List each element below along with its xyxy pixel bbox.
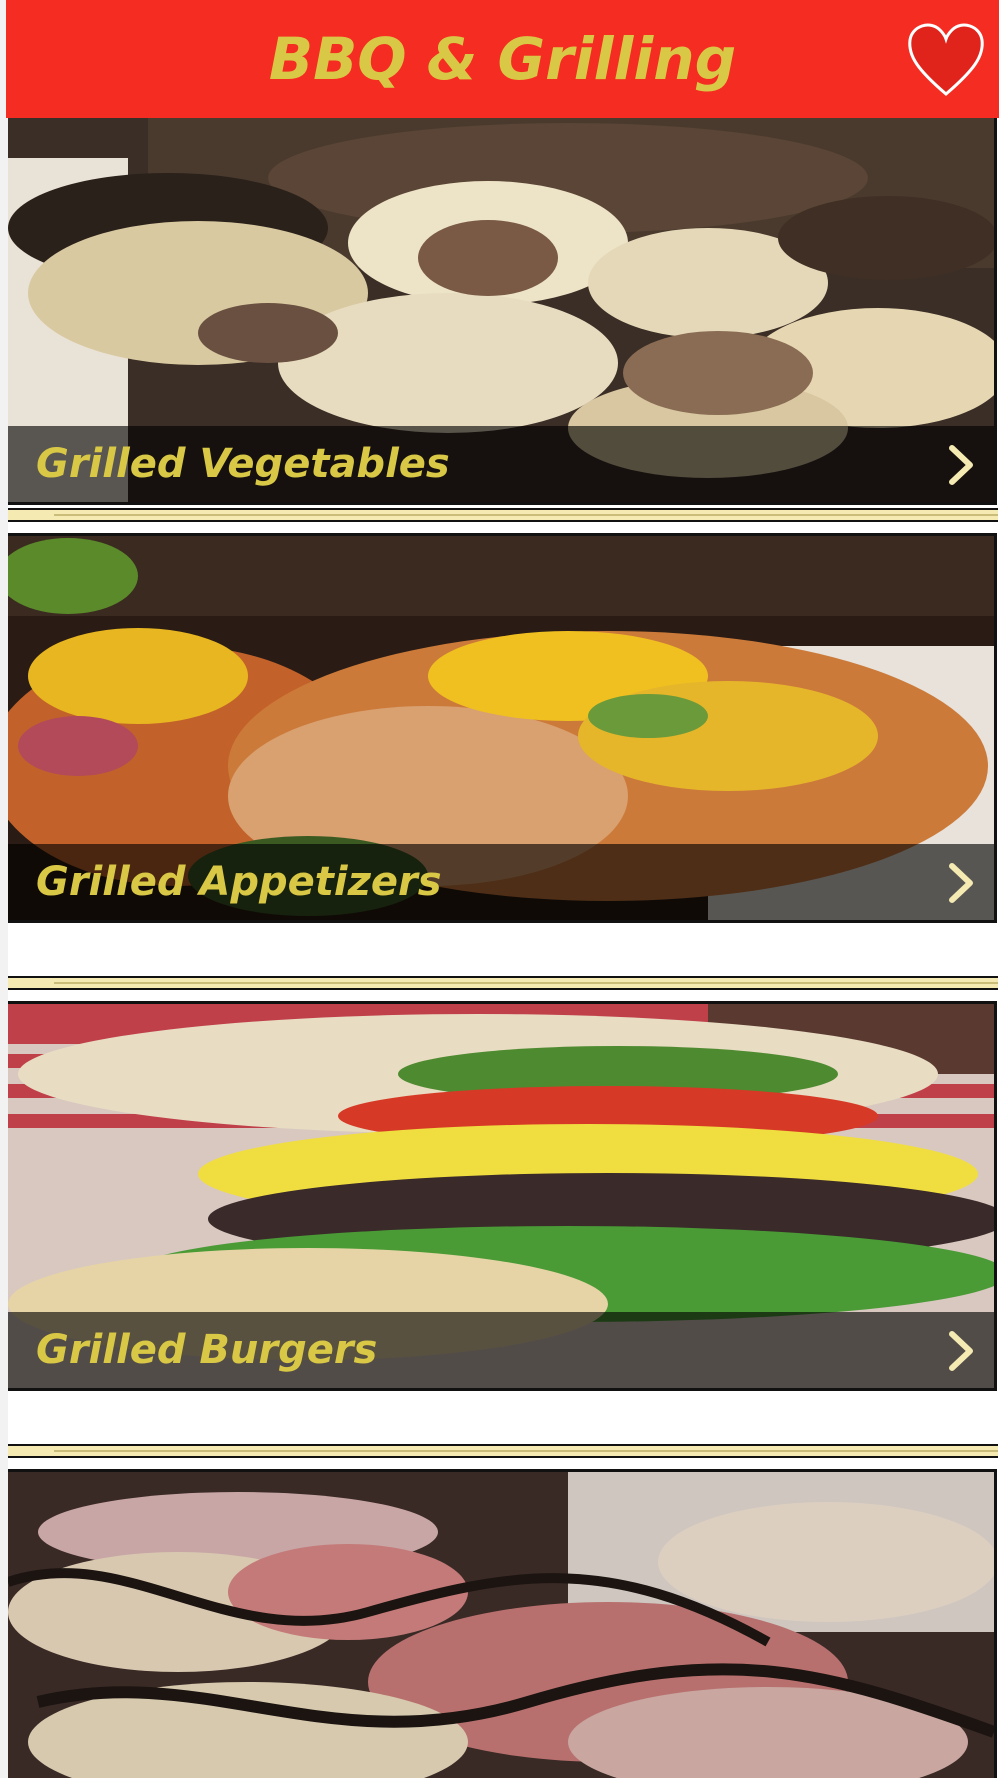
- grilled-onions-flatbread-photo: [8, 1472, 994, 1778]
- category-title: Grilled Burgers: [36, 1327, 378, 1373]
- chevron-right-icon: [946, 862, 976, 904]
- category-title: Grilled Vegetables: [36, 441, 450, 487]
- chevron-right-icon: [946, 1330, 976, 1372]
- divider: [6, 976, 998, 990]
- app-screen: BBQ & Grilling Grilled Vegetables Grille…: [0, 0, 1000, 1778]
- favorites-heart-icon[interactable]: [906, 20, 986, 100]
- divider: [6, 508, 998, 522]
- caption-bar: Grilled Vegetables: [8, 426, 994, 502]
- left-edge-strip: [0, 0, 8, 1778]
- category-card-grilled-vegetables[interactable]: Grilled Vegetables: [5, 115, 997, 505]
- caption-bar: Grilled Burgers: [8, 1312, 994, 1388]
- caption-bar: Grilled Appetizers: [8, 844, 994, 920]
- app-title: BBQ & Grilling: [268, 25, 737, 93]
- chevron-right-icon: [946, 444, 976, 486]
- category-card-partial[interactable]: [5, 1469, 997, 1778]
- top-bar: BBQ & Grilling: [6, 0, 999, 118]
- divider: [6, 1444, 998, 1458]
- category-card-grilled-burgers[interactable]: Grilled Burgers: [5, 1001, 997, 1391]
- category-title: Grilled Appetizers: [36, 859, 442, 905]
- category-card-grilled-appetizers[interactable]: Grilled Appetizers: [5, 533, 997, 923]
